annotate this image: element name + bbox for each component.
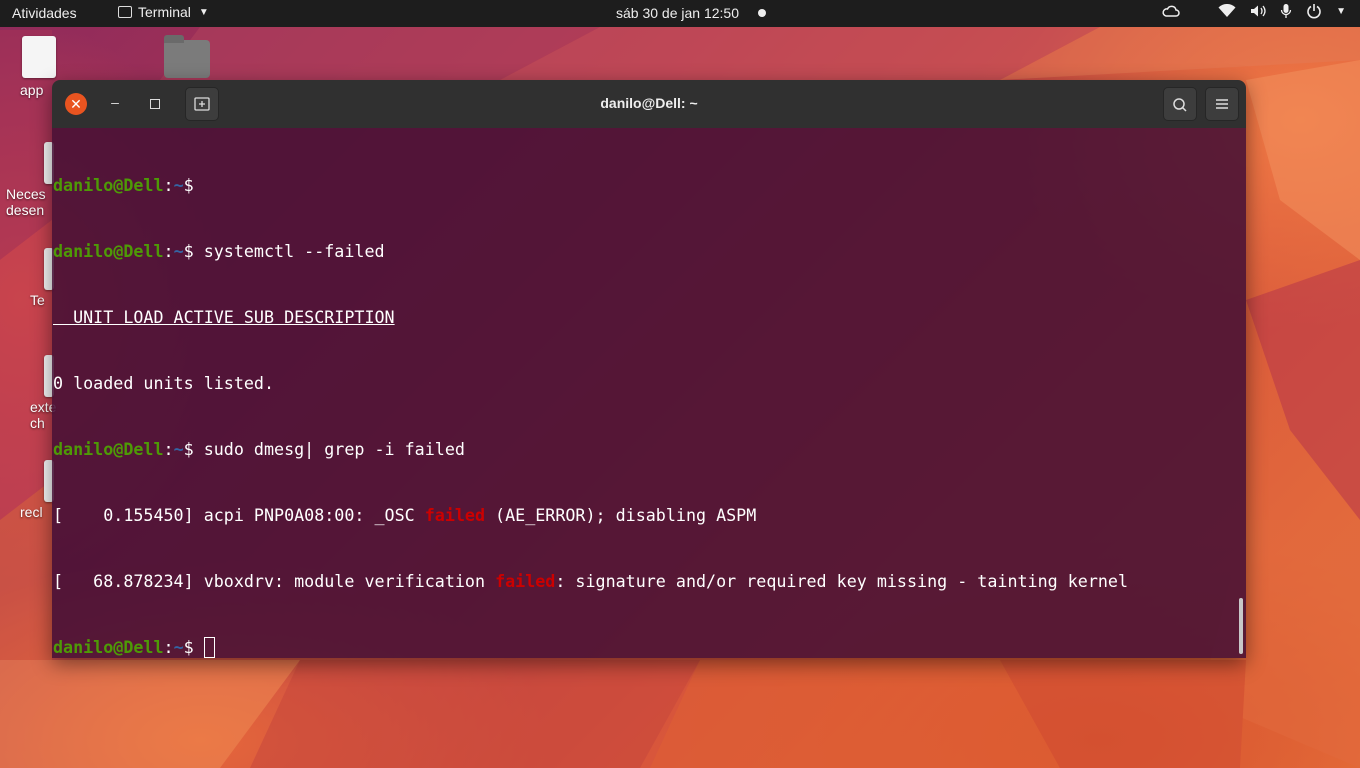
highlight-failed: failed <box>424 505 486 525</box>
terminal-line: danilo@Dell:~$ <box>53 636 1246 658</box>
window-title: danilo@Dell: ~ <box>600 95 698 111</box>
output-text: [ 68.878234] vboxdrv: module verificatio… <box>53 571 496 591</box>
prompt-user-host: danilo@Dell <box>53 439 164 459</box>
terminal-line: danilo@Dell:~$ <box>53 175 194 195</box>
document-icon <box>22 36 56 78</box>
desktop-icon-exte[interactable]: exte ch <box>30 355 57 431</box>
terminal-line: UNIT LOAD ACTIVE SUB DESCRIPTION <box>53 306 1246 328</box>
desktop-icon-te[interactable]: Te <box>30 248 54 308</box>
wifi-icon[interactable] <box>1218 4 1236 18</box>
search-button[interactable] <box>1163 87 1197 121</box>
desktop-icon-folder[interactable] <box>162 35 212 78</box>
output-text: : signature and/or required key missing … <box>555 571 1129 591</box>
prompt-user-host: danilo@Dell <box>53 175 164 195</box>
hamburger-icon <box>1216 99 1228 109</box>
search-icon <box>1173 98 1187 112</box>
highlight-failed: failed <box>495 571 556 591</box>
app-menu[interactable]: Terminal ▼ <box>118 4 209 20</box>
terminal-line: [ 0.155450] acpi PNP0A08:00: _OSC failed… <box>53 504 1246 526</box>
activities-button[interactable]: Atividades <box>12 5 77 21</box>
app-menu-label: Terminal <box>138 4 191 20</box>
desktop-icon-label: Neces desen <box>6 186 46 218</box>
terminal-line: danilo@Dell:~$ sudo dmesg| grep -i faile… <box>53 439 465 459</box>
prompt-path: ~ <box>173 241 184 261</box>
terminal-window[interactable]: ✕ – danilo@Dell: ~ danilo@Dell:~$ danilo… <box>52 80 1246 658</box>
top-bar: Atividades Terminal ▼ sáb 30 de jan 12:5… <box>0 0 1360 27</box>
command-text: sudo dmesg| grep -i failed <box>193 439 465 459</box>
desktop-icon-recl[interactable]: recl <box>20 460 54 520</box>
table-header: UNIT LOAD ACTIVE SUB DESCRIPTION <box>53 307 395 327</box>
menu-button[interactable] <box>1205 87 1239 121</box>
terminal-line: danilo@Dell:~$ systemctl --failed <box>53 241 385 261</box>
terminal-line: [ 68.878234] vboxdrv: module verificatio… <box>53 570 1246 592</box>
desktop-icon-label: exte ch <box>30 399 57 431</box>
prompt-user-host: danilo@Dell <box>53 637 164 657</box>
volume-icon[interactable] <box>1250 4 1266 18</box>
output-text: [ 0.155450] acpi PNP0A08:00: _OSC <box>53 505 425 525</box>
caret-down-icon: ▼ <box>198 6 209 18</box>
prompt-path: ~ <box>173 175 184 195</box>
terminal-output[interactable]: danilo@Dell:~$ danilo@Dell:~$ systemctl … <box>52 128 1246 658</box>
output-text: (AE_ERROR); disabling ASPM <box>485 505 757 525</box>
text-cursor <box>203 637 215 658</box>
desktop-icon-label: recl <box>20 504 43 520</box>
folder-icon <box>164 35 210 78</box>
caret-down-icon[interactable]: ▼ <box>1336 6 1346 17</box>
desktop-icon-label: Te <box>30 292 45 308</box>
microphone-icon[interactable] <box>1280 3 1292 19</box>
system-tray[interactable]: ▼ <box>1162 3 1346 19</box>
terminal-line: 0 loaded units listed. <box>53 372 1246 394</box>
clock[interactable]: sáb 30 de jan 12:50 <box>616 5 739 21</box>
power-icon[interactable] <box>1306 3 1322 19</box>
command-text: systemctl --failed <box>193 241 385 261</box>
prompt-path: ~ <box>173 439 184 459</box>
notification-dot-icon <box>758 9 766 17</box>
output-text: 0 loaded units listed. <box>53 373 275 393</box>
desktop-icon-neces[interactable]: Neces desen <box>6 142 54 218</box>
prompt-user-host: danilo@Dell <box>53 241 164 261</box>
terminal-icon <box>118 6 132 18</box>
title-bar[interactable]: ✕ – danilo@Dell: ~ <box>52 80 1246 128</box>
cloud-icon[interactable] <box>1162 4 1180 18</box>
prompt-path: ~ <box>173 637 184 657</box>
scrollbar[interactable] <box>1239 598 1243 654</box>
